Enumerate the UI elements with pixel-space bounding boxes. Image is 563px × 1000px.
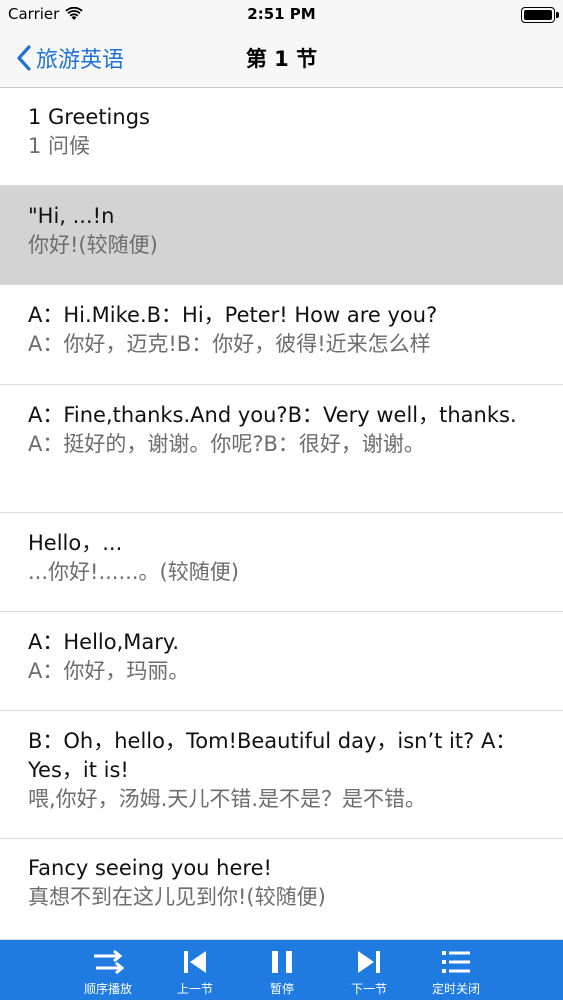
previous-icon <box>184 951 206 973</box>
list-item-english: Hello，... <box>28 531 123 555</box>
tab-label: 上一节 <box>176 982 213 996</box>
status-time: 2:51 PM <box>247 5 316 23</box>
list-item-english: A：Hi.Mike.B：Hi，Peter! How are you? <box>28 303 438 327</box>
list-item-english: A：Fine,thanks.And you?B：Very well，thanks… <box>28 403 517 427</box>
list-item[interactable]: A：Hi.Mike.B：Hi，Peter! How are you? A：你好，… <box>0 285 563 385</box>
tab-label: 顺序播放 <box>83 982 132 996</box>
next-icon <box>358 951 380 973</box>
list-item[interactable]: A：Hello,Mary. A：你好，玛丽。 <box>0 612 563 711</box>
previous-section-button[interactable]: 上一节 <box>155 940 235 1000</box>
list-item[interactable]: Fancy seeing you here! 真想不到在这儿见到你!(较随便) <box>0 839 563 940</box>
list-item-chinese: 你好!(较随便) <box>28 233 158 257</box>
tab-label: 下一节 <box>350 982 387 996</box>
list-item[interactable]: A：Fine,thanks.And you?B：Very well，thanks… <box>0 385 563 513</box>
list-item-english: Fancy seeing you here! <box>28 856 272 880</box>
battery-icon <box>521 7 559 23</box>
shuffle-icon <box>94 949 124 975</box>
list-item-english: A：Hello,Mary. <box>28 630 179 654</box>
chevron-left-icon <box>17 45 31 71</box>
sentence-list[interactable]: 1 Greetings 1 问候 "Hi, ...!n 你好!(较随便) A：H… <box>0 88 563 940</box>
back-button[interactable]: 旅游英语 <box>16 40 124 76</box>
list-item-chinese: ...你好!......。(较随便) <box>28 560 239 584</box>
list-item-english: "Hi, ...!n <box>28 204 115 228</box>
list-item-chinese: A：挺好的，谢谢。你呢?B：很好，谢谢。 <box>28 432 425 456</box>
list-icon <box>442 951 470 973</box>
back-button-label: 旅游英语 <box>36 48 125 73</box>
player-toolbar: 顺序播放 上一节 暂停 下一节 定时关闭 <box>0 940 563 1000</box>
next-section-button[interactable]: 下一节 <box>329 940 409 1000</box>
navigation-bar: 旅游英语 第 1 节 <box>0 30 563 88</box>
sleep-timer-button[interactable]: 定时关闭 <box>416 940 496 1000</box>
list-item-chinese: A：你好，迈克!B：你好，彼得!近来怎么样 <box>28 332 431 356</box>
list-item-chinese: 真想不到在这儿见到你!(较随便) <box>28 885 326 909</box>
play-order-button[interactable]: 顺序播放 <box>68 940 148 1000</box>
tab-label: 暂停 <box>269 982 294 996</box>
list-item[interactable]: B：Oh，hello，Tom!Beautiful day，isn’t it? A… <box>0 711 563 839</box>
pause-button[interactable]: 暂停 <box>242 940 322 1000</box>
list-item[interactable]: 1 Greetings 1 问候 <box>0 88 563 186</box>
list-item-english: B：Oh，hello，Tom!Beautiful day，isn’t it? A… <box>28 729 517 782</box>
list-item-english: 1 Greetings <box>28 105 150 129</box>
list-item-selected[interactable]: "Hi, ...!n 你好!(较随便) <box>0 186 563 285</box>
pause-icon <box>272 951 292 973</box>
list-item[interactable]: Hello，... ...你好!......。(较随便) <box>0 513 563 612</box>
status-bar: Carrier 2:51 PM <box>0 0 563 30</box>
tab-label: 定时关闭 <box>431 982 480 996</box>
list-item-chinese: A：你好，玛丽。 <box>28 659 190 683</box>
list-item-chinese: 喂,你好，汤姆.天儿不错.是不是？是不错。 <box>28 787 427 811</box>
list-item-chinese: 1 问候 <box>28 134 91 158</box>
